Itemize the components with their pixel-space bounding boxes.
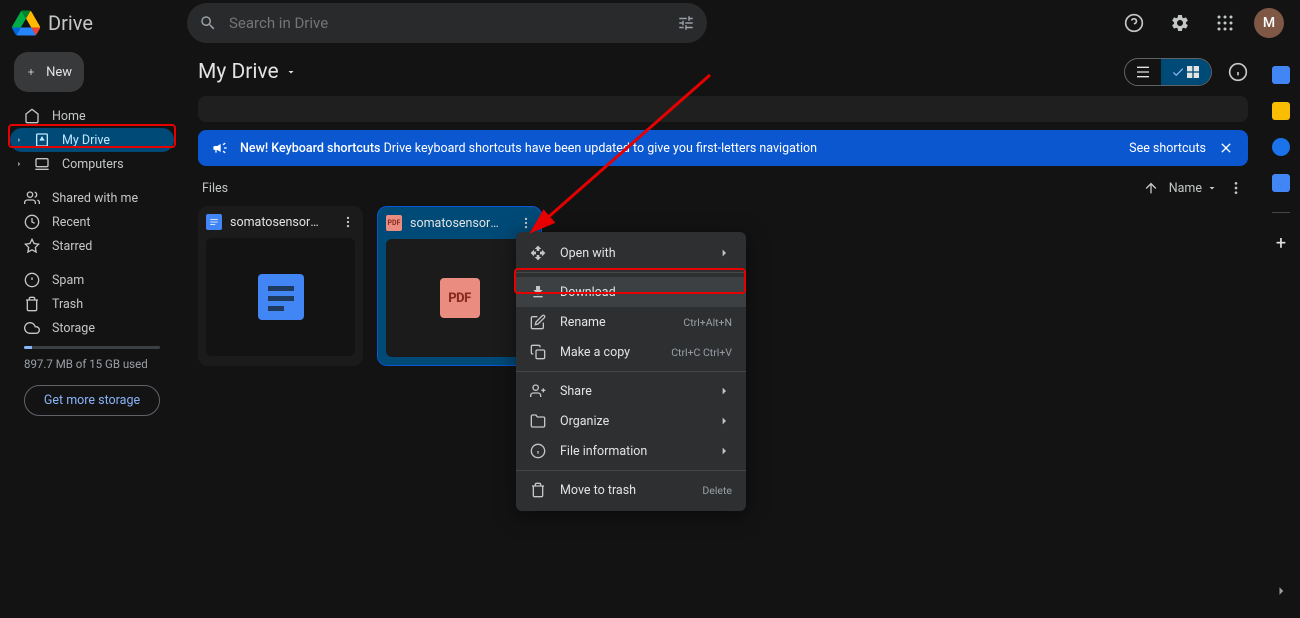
- info-icon: [530, 443, 546, 459]
- close-icon[interactable]: [1218, 140, 1234, 156]
- sidebar-item-recent[interactable]: Recent: [10, 210, 174, 234]
- tasks-app-icon[interactable]: [1272, 138, 1290, 156]
- menu-move-to-trash[interactable]: Move to trash Delete: [516, 475, 746, 505]
- trash-icon: [530, 482, 546, 498]
- menu-share[interactable]: Share: [516, 376, 746, 406]
- see-shortcuts-link[interactable]: See shortcuts: [1129, 141, 1206, 156]
- chevron-right-icon: [716, 383, 732, 399]
- chevron-right-icon: [14, 156, 24, 172]
- clock-icon: [24, 214, 40, 230]
- folder-icon: [530, 413, 546, 429]
- search-bar[interactable]: [187, 3, 707, 43]
- rename-icon: [530, 314, 546, 330]
- plus-icon: [26, 63, 36, 81]
- file-name: somatosensory (...: [410, 216, 502, 231]
- download-icon: [530, 284, 546, 300]
- sort-direction-icon[interactable]: [1143, 180, 1159, 196]
- contacts-app-icon[interactable]: [1272, 174, 1290, 192]
- search-input[interactable]: [229, 14, 665, 32]
- file-name: somatosensory (1): [230, 215, 322, 230]
- header: Drive M: [0, 0, 1300, 46]
- menu-file-info[interactable]: File information: [516, 436, 746, 466]
- keep-app-icon[interactable]: [1272, 102, 1290, 120]
- pdf-icon: PDF: [386, 215, 402, 231]
- sidebar: New Home My Drive Computers Shared with …: [0, 46, 184, 618]
- file-more-icon[interactable]: [519, 216, 533, 230]
- menu-download[interactable]: Download: [516, 277, 746, 307]
- menu-organize[interactable]: Organize: [516, 406, 746, 436]
- drive-logo-text: Drive: [48, 11, 93, 35]
- doc-icon: [206, 214, 222, 230]
- home-icon: [24, 108, 40, 124]
- menu-rename[interactable]: Rename Ctrl+Alt+N: [516, 307, 746, 337]
- check-icon: [1171, 65, 1185, 79]
- share-icon: [530, 383, 546, 399]
- right-side-panel: +: [1262, 46, 1300, 618]
- help-icon[interactable]: [1118, 7, 1150, 39]
- sort-by-name[interactable]: Name: [1169, 181, 1218, 196]
- file-more-icon[interactable]: [341, 215, 355, 229]
- tune-icon[interactable]: [677, 14, 695, 32]
- sidebar-item-computers[interactable]: Computers: [10, 152, 174, 176]
- copy-icon: [530, 344, 546, 360]
- storage-text: 897.7 MB of 15 GB used: [10, 355, 174, 381]
- grid-icon: [1185, 64, 1201, 80]
- file-card-doc[interactable]: somatosensory (1): [198, 206, 363, 366]
- star-icon: [24, 238, 40, 254]
- sidebar-item-starred[interactable]: Starred: [10, 234, 174, 258]
- chevron-right-icon: [716, 413, 732, 429]
- filter-bar[interactable]: [198, 96, 1248, 122]
- sidebar-item-trash[interactable]: Trash: [10, 292, 174, 316]
- chevron-right-icon: [716, 443, 732, 459]
- drive-logo-icon: [12, 9, 40, 37]
- breadcrumb[interactable]: My Drive: [198, 60, 297, 84]
- storage-bar: [24, 346, 160, 349]
- notification-banner: New! Keyboard shortcuts Drive keyboard s…: [198, 130, 1248, 166]
- new-button[interactable]: New: [14, 52, 84, 92]
- collapse-panel-icon[interactable]: [1272, 582, 1290, 604]
- people-icon: [24, 190, 40, 206]
- sidebar-item-shared[interactable]: Shared with me: [10, 186, 174, 210]
- chevron-right-icon: [716, 245, 732, 261]
- chevron-down-icon: [285, 66, 297, 78]
- list-view-button[interactable]: [1125, 59, 1161, 85]
- drive-logo[interactable]: Drive: [12, 9, 177, 37]
- calendar-app-icon[interactable]: [1272, 66, 1290, 84]
- spam-icon: [24, 272, 40, 288]
- context-menu: Open with Download Rename Ctrl+Alt+N Mak…: [516, 232, 746, 511]
- sidebar-item-my-drive[interactable]: My Drive: [10, 128, 174, 152]
- cloud-icon: [24, 320, 40, 336]
- sidebar-item-spam[interactable]: Spam: [10, 268, 174, 292]
- chevron-right-icon: [14, 132, 24, 148]
- menu-make-copy[interactable]: Make a copy Ctrl+C Ctrl+V: [516, 337, 746, 367]
- settings-icon[interactable]: [1164, 7, 1196, 39]
- grid-view-button[interactable]: [1161, 59, 1211, 85]
- trash-icon: [24, 296, 40, 312]
- list-icon: [1135, 64, 1151, 80]
- more-options-icon[interactable]: [1228, 180, 1244, 196]
- avatar[interactable]: M: [1254, 8, 1284, 38]
- megaphone-icon: [212, 140, 228, 156]
- menu-open-with[interactable]: Open with: [516, 238, 746, 268]
- search-icon: [199, 14, 217, 32]
- laptop-icon: [34, 156, 50, 172]
- info-icon[interactable]: [1228, 62, 1248, 82]
- sidebar-item-home[interactable]: Home: [10, 104, 174, 128]
- doc-thumbnail: [258, 274, 304, 320]
- view-toggle: [1124, 58, 1212, 86]
- sidebar-item-storage[interactable]: Storage: [10, 316, 174, 340]
- drive-icon: [34, 132, 50, 148]
- get-more-storage-button[interactable]: Get more storage: [24, 385, 160, 416]
- pdf-thumbnail: PDF: [440, 278, 480, 318]
- add-app-icon[interactable]: +: [1276, 233, 1286, 254]
- files-section-label: Files: [202, 181, 228, 196]
- apps-icon[interactable]: [1210, 8, 1240, 38]
- open-with-icon: [530, 245, 546, 261]
